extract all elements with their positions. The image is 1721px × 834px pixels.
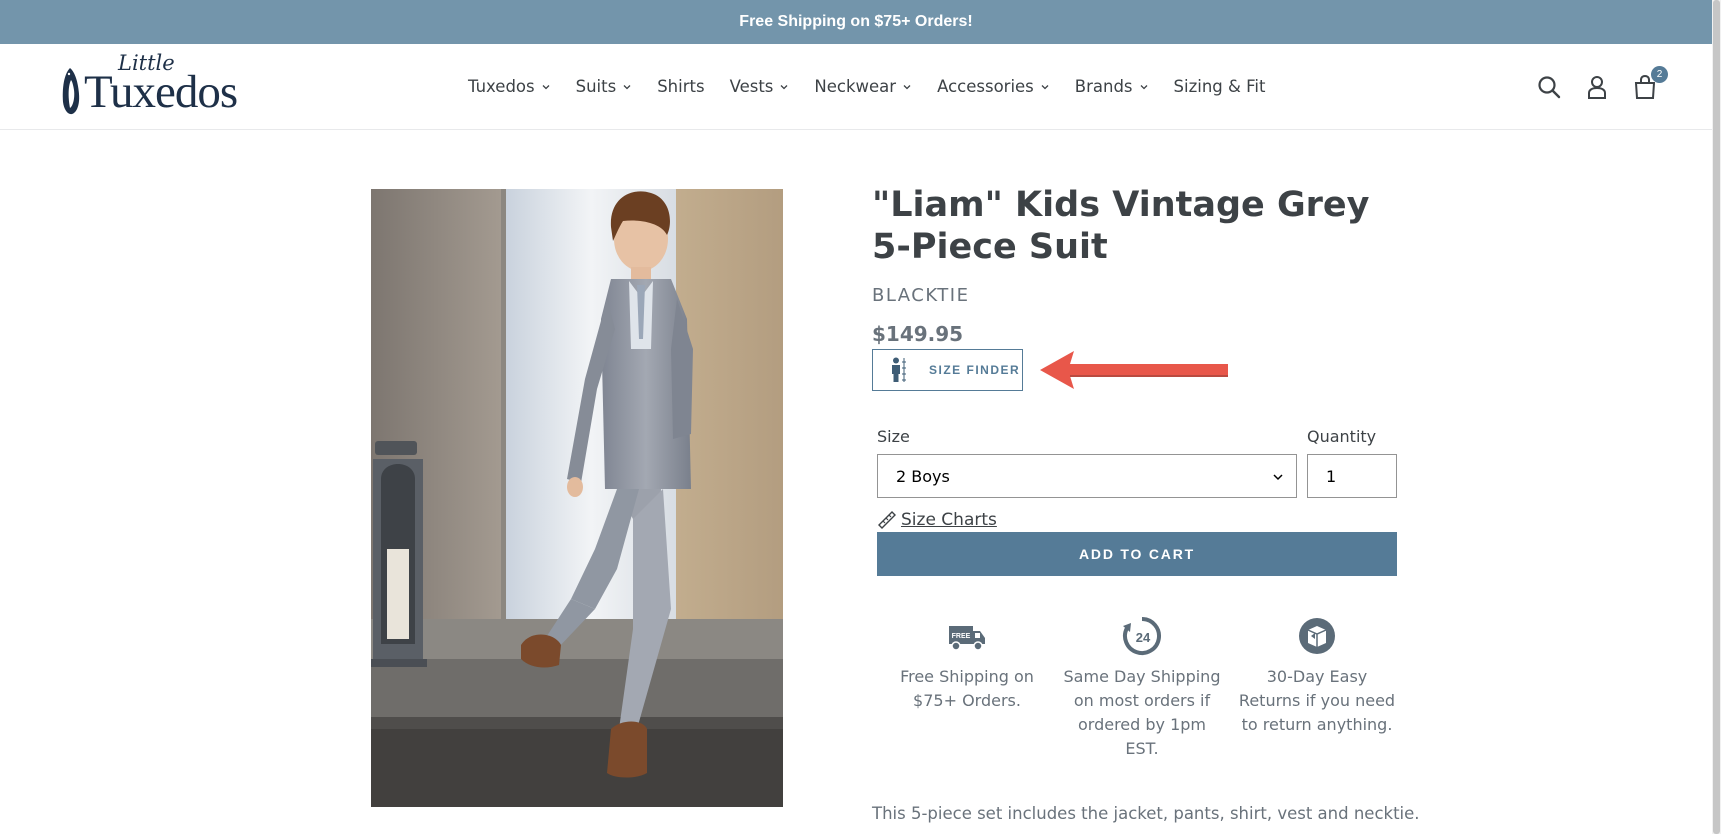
nav-shirts[interactable]: Shirts (657, 77, 704, 96)
chevron-down-icon (623, 84, 631, 89)
size-charts-link-row[interactable]: Size Charts (877, 510, 997, 530)
logo-small-text: Little (118, 51, 175, 75)
nav-suits[interactable]: Suits (576, 77, 633, 96)
nav-neckwear[interactable]: Neckwear (814, 77, 912, 96)
add-to-cart-button[interactable]: ADD TO CART (877, 532, 1397, 576)
svg-text:24: 24 (1136, 630, 1151, 645)
quantity-input[interactable]: 1 (1307, 454, 1397, 498)
scrollbar-thumb[interactable] (1713, 0, 1720, 834)
returns-box-icon (1299, 618, 1335, 654)
site-header: Little Tuxedos Tuxedos Suits Shirts Vest… (0, 44, 1712, 130)
svg-text:FREE: FREE (952, 633, 971, 640)
header-icons: 2 (1514, 44, 1668, 129)
chevron-down-icon (1273, 474, 1283, 481)
feature-free-shipping-text: Free Shipping on $75+ Orders. (900, 667, 1034, 710)
chevron-down-icon (780, 84, 788, 89)
product-title: "Liam" Kids Vintage Grey 5-Piece Suit (872, 185, 1370, 267)
chevron-down-icon (1140, 84, 1147, 89)
penguin-logo-icon (62, 68, 80, 115)
announcement-bar: Free Shipping on $75+ Orders! (0, 0, 1712, 44)
product-photo (371, 189, 783, 807)
feature-free-shipping: FREE Free Shipping on $75+ Orders. (885, 616, 1049, 713)
chevron-down-icon (542, 84, 550, 89)
size-charts-link[interactable]: Size Charts (901, 510, 997, 530)
quantity-value: 1 (1326, 466, 1337, 486)
nav-brands[interactable]: Brands (1075, 77, 1149, 96)
main-nav: Tuxedos Suits Shirts Vests Neckwear Acce… (468, 44, 1290, 129)
cart-button[interactable]: 2 (1632, 65, 1668, 100)
free-shipping-truck-icon: FREE (949, 626, 985, 651)
nav-tuxedos[interactable]: Tuxedos (468, 77, 551, 96)
cart-count-badge: 2 (1651, 65, 1668, 83)
product-price: $149.95 (872, 322, 964, 346)
size-label: Size (877, 427, 910, 446)
feature-same-day: 24 Same Day Shipping on most orders if o… (1060, 616, 1224, 761)
size-finder-person-icon (892, 357, 906, 382)
search-icon[interactable] (1536, 74, 1562, 100)
chevron-down-icon (903, 84, 911, 89)
size-select[interactable]: 2 Boys (877, 454, 1297, 498)
product-vendor: BLACKTIE (872, 285, 970, 306)
24-hour-icon: 24 (1123, 617, 1161, 655)
ruler-icon (878, 511, 896, 529)
size-select-value: 2 Boys (896, 466, 950, 486)
chevron-down-icon (1041, 84, 1049, 89)
size-finder-button[interactable]: SIZE FINDER (872, 349, 1023, 391)
quantity-label: Quantity (1307, 427, 1377, 446)
announcement-text: Free Shipping on $75+ Orders! (739, 13, 973, 30)
nav-sizing-fit[interactable]: Sizing & Fit (1174, 77, 1266, 96)
logo-main-text: Tuxedos (84, 66, 238, 118)
product-image[interactable] (371, 189, 783, 807)
feature-returns-text: 30-Day Easy Returns if you need to retur… (1238, 667, 1396, 734)
nav-vests[interactable]: Vests (730, 77, 790, 96)
red-arrow-annotation (1040, 351, 1228, 389)
feature-returns: 30-Day Easy Returns if you need to retur… (1235, 616, 1399, 737)
site-logo[interactable]: Little Tuxedos (60, 51, 238, 118)
product-description: This 5-piece set includes the jacket, pa… (872, 804, 1420, 823)
page-scrollbar[interactable] (1712, 0, 1721, 834)
nav-accessories[interactable]: Accessories (937, 77, 1050, 96)
account-icon[interactable] (1584, 74, 1610, 100)
feature-same-day-text: Same Day Shipping on most orders if orde… (1063, 667, 1221, 758)
size-finder-label: SIZE FINDER (929, 363, 1021, 377)
